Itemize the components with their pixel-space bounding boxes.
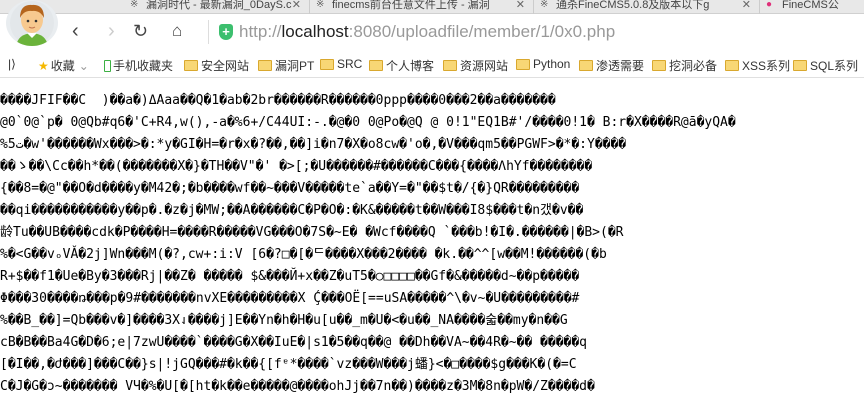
bookmark-label: Python: [533, 57, 571, 71]
content-line: 龄Tu��UB����cdk�P����H=����R�����VG���O�7…: [0, 225, 624, 240]
content-line: @0`0@`p� 0@Qb#q6�'C+R4,w(),-a�%6+/C44UI:…: [0, 115, 736, 130]
star-icon: ★: [38, 58, 49, 73]
folder-icon: [652, 60, 666, 71]
folder-icon: [793, 60, 807, 71]
url-host: localhost: [281, 22, 349, 41]
url-text[interactable]: http://localhost:8080/uploadfile/member/…: [239, 22, 615, 42]
bookmark-folder[interactable]: SRC: [320, 57, 362, 71]
bookmark-label: 收藏: [50, 59, 75, 73]
tab-0days[interactable]: ※ 漏洞时代 - 最新漏洞_0DayS.co ✕: [124, 0, 310, 14]
bookmark-label: 安全网站: [201, 59, 250, 73]
page-icon: ※: [130, 0, 139, 10]
close-tab-icon[interactable]: ✕: [291, 0, 301, 11]
folder-icon: [443, 60, 457, 71]
tab-title: 通杀FineCMS5.0.8及版本以下g: [556, 0, 710, 11]
folder-icon: [516, 58, 530, 70]
tab-title: 漏洞时代 - 最新漏洞_0DayS.co: [146, 0, 298, 11]
secure-shield-icon: +: [219, 24, 233, 40]
bookmark-folder[interactable]: SQL系列: [793, 57, 858, 74]
pink-app-icon: ●: [766, 0, 773, 10]
bookmark-folder[interactable]: 个人博客: [369, 57, 434, 74]
bookmark-folder[interactable]: 漏洞PT: [258, 57, 314, 74]
tab-strip: ※ 漏洞时代 - 最新漏洞_0DayS.co ✕ ※ finecms前台任意文件…: [0, 0, 864, 14]
bookmark-folder[interactable]: 资源网站: [443, 57, 508, 74]
back-button[interactable]: ‹: [72, 19, 79, 43]
bookmark-mobile[interactable]: 手机收藏夹: [104, 57, 173, 74]
bookmark-folder[interactable]: Python: [516, 57, 570, 71]
content-line: ����JFIF��C )��a�)ΔAaa��Q�1�ab�2br������…: [0, 93, 556, 108]
bookmark-favorites[interactable]: ★ 收藏 ⌄: [38, 57, 89, 74]
bookmark-label: 资源网站: [460, 59, 509, 73]
home-button[interactable]: ⌂: [172, 19, 182, 43]
content-line: R+$��f1�Ue�By�3���Rj|��Z� ����� $&���Й+x…: [0, 269, 580, 284]
bookmarks-bar: |⟩ ★ 收藏 ⌄ 手机收藏夹 安全网站 漏洞PT SRC 个人博客 资源网站 Py…: [0, 50, 864, 78]
content-line: C�J�G�ɔ~������� VЧ�%�U[�[ht�k��e�����@��…: [0, 379, 595, 394]
content-line: cB�B��Ba4G�D�6;e|7zwU����`����G�X��IuE�|…: [0, 335, 587, 350]
url-path: :8080/uploadfile/member/1/0x0.php: [348, 22, 616, 41]
tab-finecms-upload[interactable]: ※ finecms前台任意文件上传 - 漏洞 ✕: [310, 0, 534, 14]
reload-button[interactable]: ↻: [133, 19, 148, 43]
bookmark-label: 个人博客: [386, 59, 435, 73]
chevron-down-icon: ⌄: [78, 58, 89, 73]
bookmark-label: SRC: [337, 57, 363, 71]
bookmark-label: 挖洞必备: [669, 59, 718, 73]
content-line: %��B_��]=Qb���v�]����3X⇃����j]E��Yn�h�H�…: [0, 313, 568, 328]
url-scheme: http://: [239, 22, 282, 41]
content-line: ��qi�����������y��p�.�z�j�MW;��A������C�…: [0, 203, 584, 218]
content-line: %�<G��vₒVǍ�2j]Wn���M(�?,cw+:i:V [6�?□�[�…: [0, 247, 607, 262]
page-icon: ※: [540, 0, 549, 10]
folder-icon: [579, 60, 593, 71]
raw-file-content: ����JFIF��C )��a�)ΔAaa��Q�1�ab�2br������…: [0, 90, 864, 398]
folder-icon: [184, 60, 198, 71]
close-tab-icon[interactable]: ✕: [741, 0, 751, 11]
tab-finecms-notice[interactable]: ● FineCMS公: [760, 0, 864, 14]
content-line: Φ���30����ꬻ���p�9#�������nvXE���������X …: [0, 291, 580, 306]
folder-icon: [725, 60, 739, 71]
bookmark-label: 渗透需要: [596, 59, 645, 73]
sidebar-toggle-button[interactable]: |⟩: [8, 57, 16, 71]
close-tab-icon[interactable]: ✕: [515, 0, 525, 11]
folder-icon: [369, 60, 383, 71]
bookmark-folder[interactable]: 挖洞必备: [652, 57, 717, 74]
address-bar[interactable]: + http://localhost:8080/uploadfile/membe…: [208, 20, 864, 44]
folder-icon: [258, 60, 272, 71]
forward-button[interactable]: ›: [108, 19, 115, 43]
content-line: {��8=�@"��O�d����y�M42�;�b����wf��~���V�…: [0, 181, 580, 196]
bookmark-label: XSS系列: [742, 59, 791, 73]
bookmark-folder[interactable]: XSS系列: [725, 57, 790, 74]
bookmark-folder[interactable]: 安全网站: [184, 57, 249, 74]
folder-icon: [320, 58, 334, 70]
content-line: ��ゝ��\Cc��h*��(�������X�}�TH��V"�' �>[;�…: [0, 159, 593, 174]
tab-title: FineCMS公: [782, 0, 839, 11]
phone-icon: [104, 59, 111, 72]
page-icon: ※: [316, 0, 325, 10]
bookmark-label: 漏洞PT: [275, 59, 315, 73]
content-line: %5ت�w'������Wx���>�:*y�GI�H=�r�x�?��,��]…: [0, 137, 627, 152]
bookmark-label: 手机收藏夹: [113, 59, 174, 73]
user-avatar[interactable]: [6, 0, 58, 46]
navigation-bar: ‹ › ↻ ⌂ + http://localhost:8080/uploadfi…: [0, 14, 864, 50]
tab-finecms-gshell[interactable]: ※ 通杀FineCMS5.0.8及版本以下g ✕: [534, 0, 760, 14]
tab-title: finecms前台任意文件上传 - 漏洞: [332, 0, 490, 11]
bookmark-label: SQL系列: [810, 59, 859, 73]
content-line: [�I��,�ժ���]���C��}s|!jGQ���#�k��{[fᵄ*��…: [0, 357, 577, 372]
bookmark-folder[interactable]: 渗透需要: [579, 57, 644, 74]
